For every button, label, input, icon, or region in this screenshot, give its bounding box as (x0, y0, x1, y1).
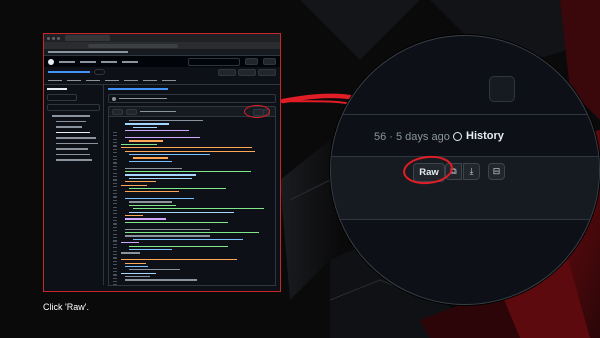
instruction-caption: Click 'Raw'. (43, 302, 89, 312)
history-label: History (466, 130, 504, 142)
history-icon (453, 131, 462, 141)
download-icon[interactable]: ⤓ (463, 163, 480, 180)
overflow-button[interactable] (489, 76, 515, 102)
symbols-icon[interactable]: ⊟ (488, 163, 505, 180)
history-button[interactable]: History (453, 130, 504, 142)
zoom-magnifier: 56 · 5 days ago History Raw ⧉ ⤓ ⊟ (330, 35, 600, 305)
commit-meta: 56 · 5 days ago (374, 131, 450, 143)
